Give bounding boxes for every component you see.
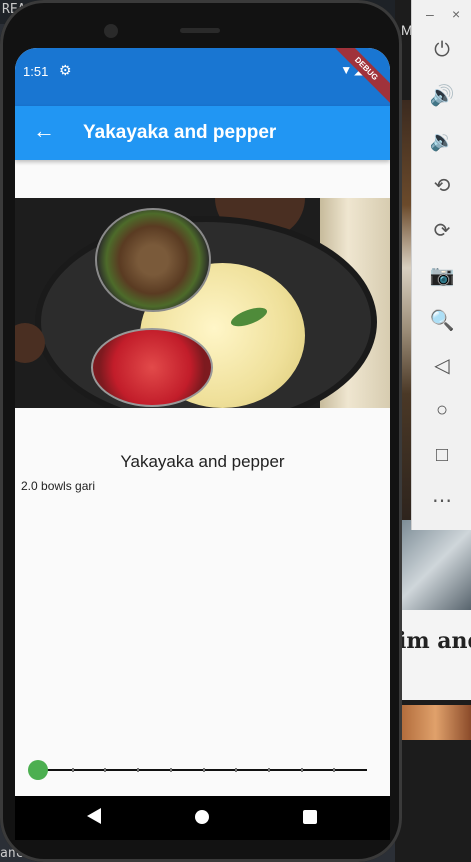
power-icon[interactable]: ⏻ <box>412 30 471 70</box>
background-card: im and <box>398 610 471 700</box>
emulator-toolbar: – × ⏻ 🔊 🔉 ⟲ ⟳ 📷 🔍 ◁ ○ □ ⋯ <box>411 0 471 530</box>
image-tomato-bowl <box>91 328 213 407</box>
android-nav-bar <box>15 796 390 840</box>
back-icon[interactable]: ◁ <box>412 345 471 385</box>
nav-recents-icon[interactable] <box>303 810 317 824</box>
status-time: 1:51 <box>23 64 49 79</box>
front-camera <box>104 24 118 38</box>
close-button[interactable]: × <box>452 6 460 22</box>
page-title: Yakayaka and pepper <box>83 122 277 143</box>
image-pepper-bowl <box>95 208 211 312</box>
more-icon[interactable]: ⋯ <box>412 480 471 520</box>
zoom-icon[interactable]: 🔍 <box>412 300 471 340</box>
slider-tick <box>170 768 172 772</box>
phone-screen: 1:51 ⚙ ▼◢▮ DEBUG ← Yakayaka and pepper Y… <box>15 48 390 830</box>
home-icon[interactable]: ○ <box>412 390 471 430</box>
camera-icon[interactable]: 📷 <box>412 255 471 295</box>
slider-tick <box>333 768 335 772</box>
slider-tick <box>137 768 139 772</box>
rotate-left-icon[interactable]: ⟲ <box>412 165 471 205</box>
slider-tick <box>235 768 237 772</box>
volume-down-icon[interactable]: 🔉 <box>412 120 471 160</box>
status-bar: 1:51 ⚙ ▼◢▮ DEBUG <box>15 48 390 110</box>
rotate-right-icon[interactable]: ⟳ <box>412 210 471 250</box>
debug-banner: DEBUG <box>325 48 390 110</box>
background-card-text: im and <box>398 628 471 654</box>
ingredient-item: 2.0 bowls gari <box>21 479 96 493</box>
gear-icon: ⚙ <box>59 62 72 78</box>
slider-tick <box>203 768 205 772</box>
back-arrow-icon[interactable]: ← <box>33 118 55 144</box>
phone-frame: 1:51 ⚙ ▼◢▮ DEBUG ← Yakayaka and pepper Y… <box>0 0 402 862</box>
servings-slider-thumb[interactable] <box>28 760 48 780</box>
recipe-image <box>15 198 390 408</box>
background-image-2 <box>400 520 471 610</box>
slider-tick <box>268 768 270 772</box>
app-bar: ← Yakayaka and pepper <box>15 106 390 160</box>
background-image-3 <box>400 705 471 740</box>
slider-tick <box>72 768 74 772</box>
slider-tick <box>301 768 303 772</box>
volume-up-icon[interactable]: 🔊 <box>412 75 471 115</box>
overview-icon[interactable]: □ <box>412 435 471 475</box>
earpiece-speaker <box>180 28 220 33</box>
recipe-title: Yakayaka and pepper <box>120 452 285 471</box>
slider-tick <box>104 768 106 772</box>
nav-home-icon[interactable] <box>195 810 209 824</box>
nav-back-icon[interactable] <box>87 808 101 824</box>
minimize-button[interactable]: – <box>426 6 434 22</box>
